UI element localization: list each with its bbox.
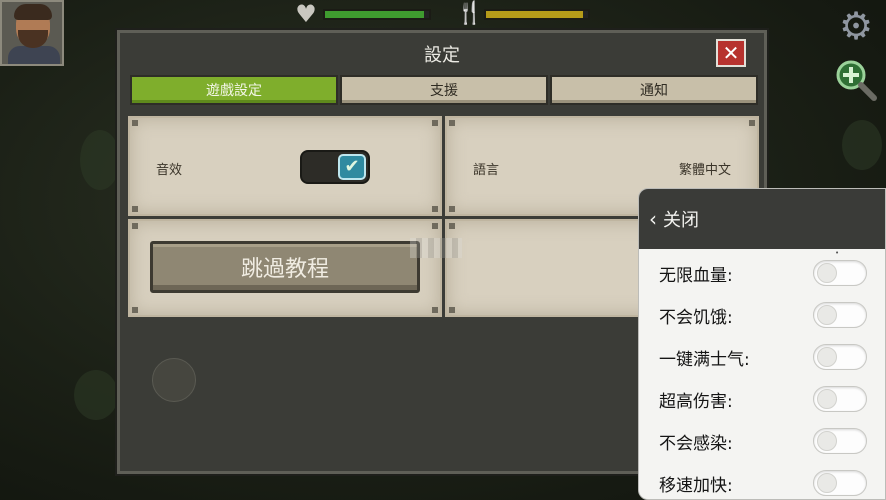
- cheat-row-infinite-health: 无限血量:: [639, 253, 885, 293]
- cheat-label: 移速加快:: [659, 476, 733, 496]
- speed-boost-toggle[interactable]: [813, 470, 867, 496]
- hunger-bar: [484, 9, 590, 20]
- avatar-body: [8, 46, 60, 64]
- cheat-menu-close-label: 关闭: [663, 210, 699, 231]
- panel-title: 設定: [424, 45, 460, 66]
- skip-tutorial-card: 跳過教程: [128, 219, 442, 317]
- blurred-element: [410, 238, 462, 258]
- close-button[interactable]: ✕: [716, 39, 746, 67]
- cheat-row-full-morale: 一键满士气:: [639, 337, 885, 377]
- language-value: 繁體中文: [678, 163, 731, 178]
- gear-icon[interactable]: ⚙: [836, 6, 876, 46]
- zoom-in-icon[interactable]: [834, 58, 878, 102]
- avatar-hair: [14, 4, 52, 20]
- health-bar-fill: [325, 11, 424, 18]
- tab-support[interactable]: 支援: [340, 75, 548, 105]
- cheat-row-no-infection: 不会感染:: [639, 421, 885, 461]
- cheat-menu-close[interactable]: ‹ 关闭: [639, 189, 885, 249]
- health-bar: [323, 9, 431, 20]
- cheat-label: 一键满士气:: [659, 350, 750, 370]
- tab-notifications[interactable]: 通知: [550, 75, 758, 105]
- cheat-menu: ‹ 关闭 • 无限血量: 不会饥饿: 一键满士气: 超高伤害: 不会感染: 移速…: [638, 188, 886, 500]
- fork-knife-icon: 🍴: [456, 1, 484, 26]
- high-damage-toggle[interactable]: [813, 386, 867, 412]
- dpad-icon[interactable]: [152, 358, 196, 402]
- checkmark-icon: ✔: [338, 154, 366, 180]
- hunger-bar-fill: [486, 11, 583, 18]
- cheat-row-speed-boost: 移速加快:: [639, 463, 885, 499]
- no-infection-toggle[interactable]: [813, 428, 867, 454]
- chevron-left-icon: ‹: [649, 207, 657, 231]
- heart-icon: ♥: [295, 0, 317, 28]
- cheat-row-high-damage: 超高伤害:: [639, 379, 885, 419]
- tab-label: 遊戲設定: [206, 83, 262, 99]
- background-bush: [842, 120, 882, 170]
- player-avatar[interactable]: [0, 0, 64, 66]
- background-bush: [74, 370, 118, 420]
- cheat-label: 无限血量:: [659, 266, 733, 286]
- full-morale-toggle[interactable]: [813, 344, 867, 370]
- sound-setting-card: 音效 ✔: [128, 116, 442, 216]
- language-label: 語言: [473, 163, 500, 178]
- cheat-row-no-hunger: 不会饥饿:: [639, 295, 885, 335]
- infinite-health-toggle[interactable]: [813, 260, 867, 286]
- tab-game-settings[interactable]: 遊戲設定: [130, 75, 338, 105]
- tab-label: 支援: [430, 83, 458, 99]
- skip-tutorial-button[interactable]: 跳過教程: [150, 241, 420, 293]
- sound-label: 音效: [156, 163, 183, 178]
- background-bush: [80, 130, 120, 190]
- tab-label: 通知: [640, 83, 668, 99]
- cheat-label: 超高伤害:: [659, 392, 733, 412]
- no-hunger-toggle[interactable]: [813, 302, 867, 328]
- cheat-label: 不会饥饿:: [659, 308, 733, 328]
- sound-toggle[interactable]: ✔: [300, 150, 370, 184]
- cheat-label: 不会感染:: [659, 434, 733, 454]
